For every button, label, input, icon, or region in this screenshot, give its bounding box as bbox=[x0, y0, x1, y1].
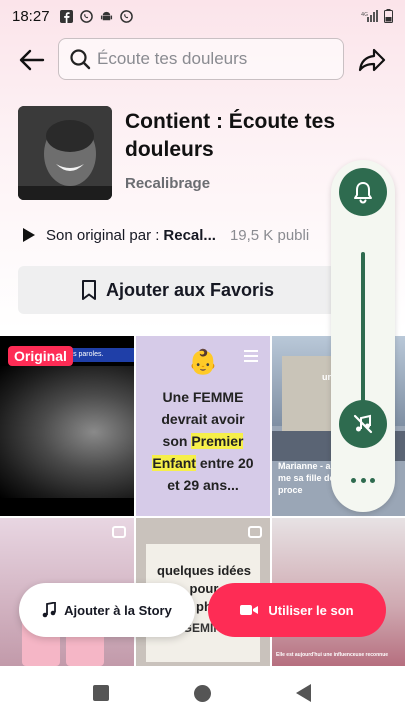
battery-icon bbox=[384, 9, 393, 23]
favorite-label: Ajouter aux Favoris bbox=[105, 279, 275, 300]
search-icon bbox=[70, 49, 91, 70]
music-note-icon bbox=[42, 602, 57, 618]
carousel-icon bbox=[248, 526, 262, 538]
status-right: 4G bbox=[361, 9, 393, 23]
bell-icon bbox=[354, 182, 372, 204]
search-input[interactable]: Écoute tes douleurs bbox=[58, 38, 344, 80]
whatsapp-icon bbox=[119, 9, 133, 23]
original-label: Son original par : bbox=[46, 226, 160, 244]
caption-highlight: Enfant bbox=[152, 455, 196, 471]
video-tile[interactable]: 👶 Une FEMME devrait avoir son Premier En… bbox=[136, 336, 270, 516]
recent-apps-icon[interactable] bbox=[93, 685, 109, 701]
facebook-icon bbox=[59, 9, 73, 23]
video-camera-icon bbox=[240, 605, 259, 615]
svg-text:4G: 4G bbox=[361, 12, 368, 18]
share-icon[interactable] bbox=[357, 45, 387, 75]
android-icon bbox=[100, 11, 112, 20]
mute-button[interactable] bbox=[339, 400, 387, 448]
caption-line: quelques idées bbox=[157, 563, 251, 578]
sound-author[interactable]: Recalibrage bbox=[125, 175, 210, 192]
signal-icon: 4G bbox=[361, 10, 378, 22]
search-placeholder: Écoute tes douleurs bbox=[97, 49, 248, 68]
notification-icons bbox=[59, 9, 133, 23]
status-time: 18:27 bbox=[12, 7, 50, 25]
floating-side-panel bbox=[331, 160, 395, 512]
nav-back-icon[interactable] bbox=[296, 684, 311, 702]
video-caption: Elle est aujourd'hui une influenceuse re… bbox=[276, 652, 389, 658]
caption-line: et 29 ans... bbox=[167, 477, 239, 493]
video-thumbnail bbox=[0, 366, 134, 498]
caption-line: son bbox=[162, 433, 192, 449]
back-arrow-icon[interactable] bbox=[18, 46, 46, 74]
carousel-icon bbox=[112, 526, 126, 538]
home-icon[interactable] bbox=[194, 685, 211, 702]
status-bar: 18:27 4G bbox=[0, 0, 405, 32]
use-sound-label: Utiliser le son bbox=[268, 602, 354, 618]
music-off-icon bbox=[353, 414, 373, 434]
system-nav-bar bbox=[0, 668, 405, 720]
original-badge: Original bbox=[8, 346, 73, 366]
whatsapp-icon bbox=[79, 9, 93, 23]
play-icon[interactable] bbox=[20, 227, 36, 243]
baby-emoji: 👶 bbox=[188, 349, 218, 376]
portrait-image bbox=[18, 106, 112, 200]
more-options-icon[interactable] bbox=[351, 472, 375, 488]
original-owner[interactable]: Recal... bbox=[163, 227, 216, 244]
original-sound-row[interactable]: Son original par : Recal... 19,5 K publi bbox=[20, 224, 340, 246]
top-bar: Écoute tes douleurs bbox=[0, 38, 405, 80]
story-label: Ajouter à la Story bbox=[64, 602, 172, 618]
notification-bell-button[interactable] bbox=[339, 168, 387, 216]
caption-line: entre 20 bbox=[195, 455, 254, 471]
publication-count: 19,5 K publi bbox=[229, 226, 310, 244]
bookmark-icon bbox=[81, 280, 96, 300]
carousel-icon bbox=[244, 350, 258, 362]
caption-line: Une FEMME bbox=[162, 389, 244, 405]
sound-cover-image[interactable] bbox=[18, 106, 112, 200]
sound-title: Contient : Écoute tes douleurs bbox=[125, 110, 336, 161]
volume-slider[interactable] bbox=[361, 252, 365, 402]
caption-highlight: Premier bbox=[191, 433, 244, 449]
use-sound-button[interactable]: Utiliser le son bbox=[208, 583, 386, 637]
video-tile[interactable]: ent ces paroles. Original bbox=[0, 336, 134, 516]
video-caption: Une FEMME devrait avoir son Premier Enfa… bbox=[144, 386, 262, 496]
add-to-story-button[interactable]: Ajouter à la Story bbox=[19, 583, 195, 637]
add-to-favorites-button[interactable]: Ajouter aux Favoris bbox=[18, 266, 336, 314]
caption-line: devrait avoir bbox=[161, 411, 245, 427]
